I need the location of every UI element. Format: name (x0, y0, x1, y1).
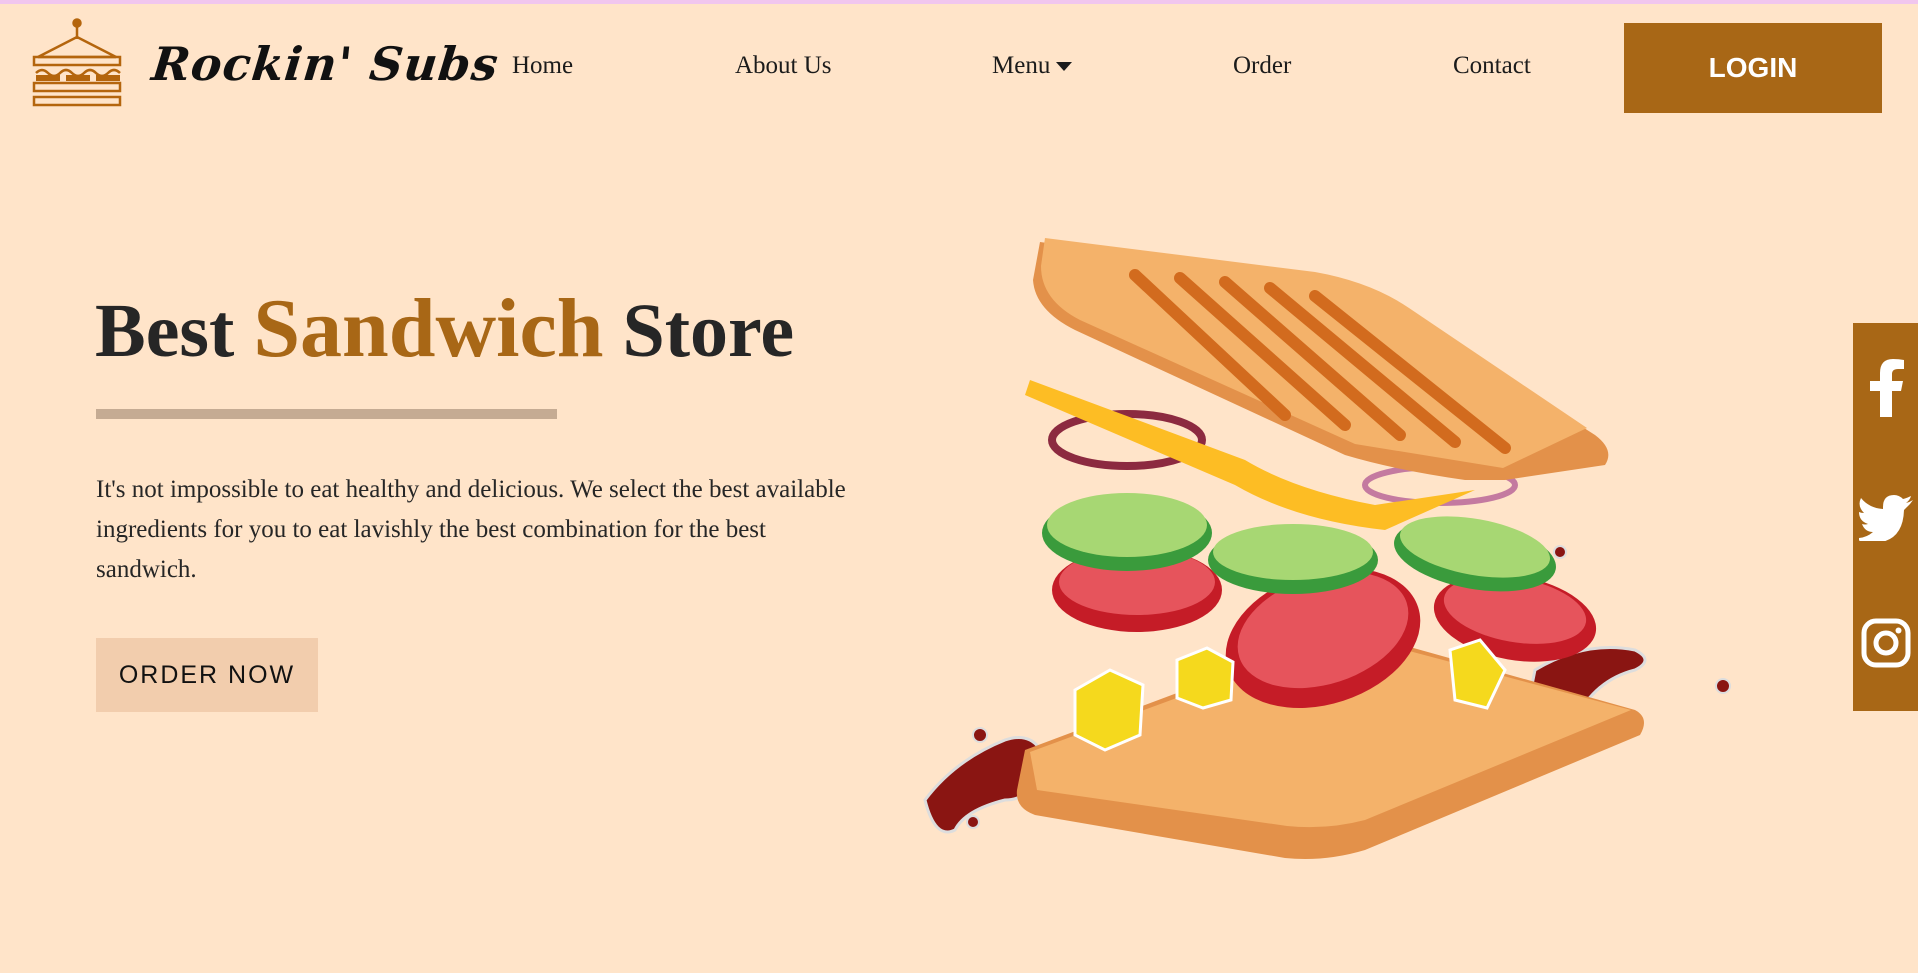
hero-description: It's not impossible to eat healthy and d… (96, 476, 846, 583)
facebook-icon (1869, 359, 1904, 417)
instagram-icon (1861, 618, 1910, 668)
order-now-button[interactable]: ORDER NOW (96, 638, 318, 712)
social-bar (1853, 323, 1918, 711)
sauce-drop (972, 727, 988, 743)
cheese-cube (1073, 668, 1145, 752)
hero-divider (96, 409, 557, 419)
sandwich-illustration (923, 238, 1731, 859)
nav-about-us[interactable]: About Us (735, 52, 832, 80)
hero-title-end: Store (603, 289, 795, 373)
cucumber-slice (1047, 493, 1207, 557)
nav-menu-label: Menu (992, 52, 1051, 79)
instagram-link[interactable] (1853, 588, 1918, 698)
nav-contact[interactable]: Contact (1453, 52, 1531, 80)
facebook-link[interactable] (1853, 333, 1918, 443)
nav-order[interactable]: Order (1233, 52, 1291, 80)
sauce-drop (966, 815, 980, 829)
sauce-drop (1715, 678, 1731, 694)
hero-title-start: Best (95, 289, 254, 373)
hero-title: Best Sandwich Store (95, 280, 794, 377)
cheese-cube (1175, 646, 1235, 710)
cucumber-slice (1213, 524, 1373, 580)
caret-down-icon (1056, 61, 1073, 71)
login-button[interactable]: LOGIN (1624, 23, 1882, 113)
hero-title-accent: Sandwich (253, 282, 604, 375)
sauce-drop (1553, 545, 1567, 559)
site-header: Rockin' Subs Home About Us Menu Order Co… (0, 4, 1918, 134)
twitter-icon (1858, 495, 1913, 541)
nav-menu[interactable]: Menu (992, 52, 1073, 80)
nav-home[interactable]: Home (512, 52, 573, 80)
twitter-link[interactable] (1853, 463, 1918, 573)
